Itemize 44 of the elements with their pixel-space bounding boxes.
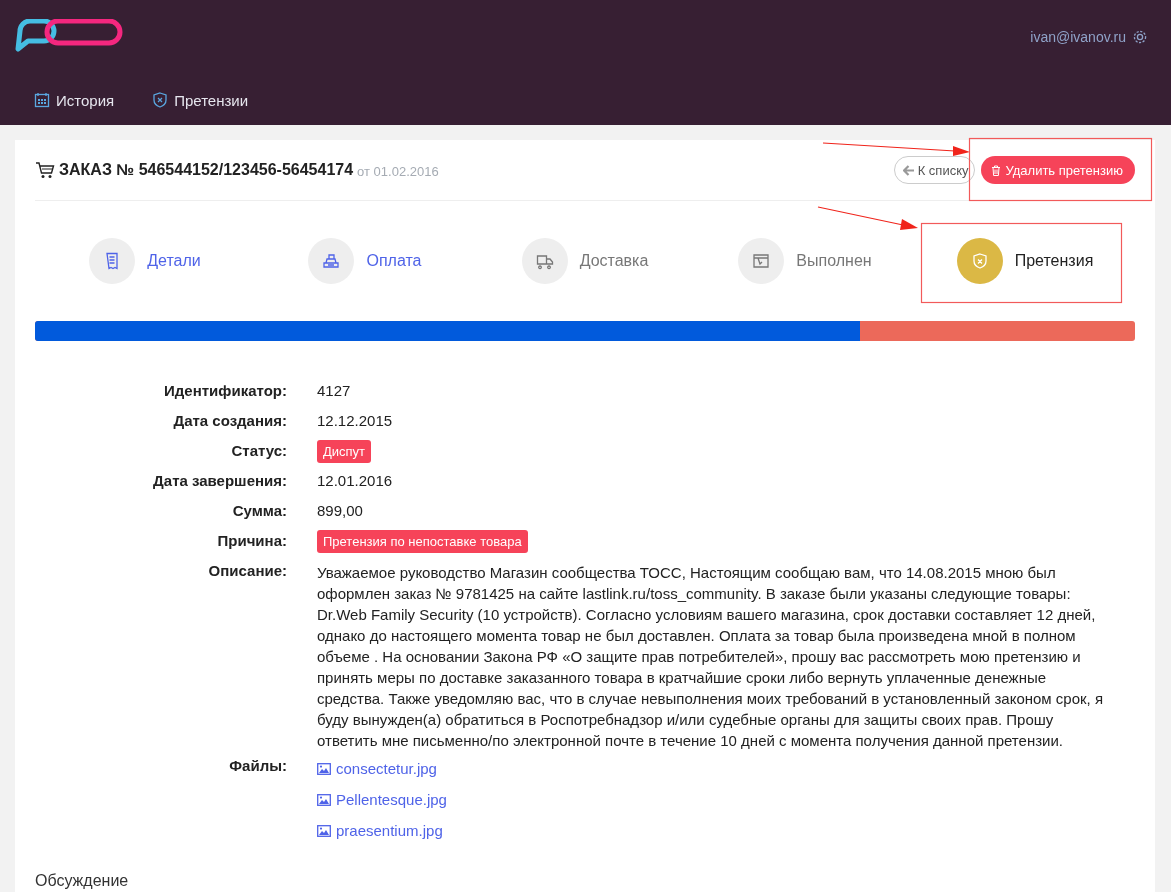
section-title: Обсуждение [35, 872, 1135, 892]
nav-link[interactable]: История [34, 91, 115, 109]
step-tab[interactable]: Выполнен [738, 238, 872, 284]
file-link[interactable]: praesentium.jpg [317, 819, 1135, 842]
trash-icon [991, 164, 1002, 176]
box-icon [752, 252, 771, 270]
step-tab[interactable]: Оплата [308, 238, 422, 284]
field-label: Файлы: [228, 756, 287, 776]
nav-link[interactable]: Претензии [152, 91, 249, 109]
cash-register-icon [322, 252, 341, 270]
step-tab[interactable]: Претензия [956, 238, 1094, 284]
field-label: Сумма: [231, 501, 287, 521]
arrow-left-icon [902, 164, 914, 176]
field-label: Дата создания: [172, 411, 287, 431]
image-icon [317, 824, 331, 837]
shield-icon [152, 92, 169, 108]
image-icon [317, 762, 331, 775]
field-label: Идентификатор: [163, 381, 287, 401]
field-value: 12.01.2016 [317, 471, 393, 491]
truck-icon [535, 252, 554, 270]
field-label: Дата завершения: [152, 471, 287, 491]
step-tab[interactable]: Детали [89, 238, 201, 284]
order-title: ЗАКАЗ № 546544152/123456-56454174 [59, 161, 354, 179]
calendar-icon [34, 92, 50, 108]
description-text: Уважаемое руководство Магазин сообщества ТОСС, Настоящим сообщаю вам, что 14.08.2015 мною был оформлен заказ № 9781425 на сайте lastlink.ru/toss_community. В заказе были указаны следующие товары: Dr.Web Family Security (10 устройств). Согласно условиям вашего магазина, срок доставки составляет 12 дней, однако до настоящего момента товар не был доставлен. Оплата за товар была произведена мной в полном объеме . На основании Закона РФ «О защите прав потребителей», прошу вас рассмотреть мою претензию и принять меры по доставке заказанного товара в кратчайшие сроки либо вернуть уплаченные денежные средства. Также уведомляю вас, что в случае невыполнения моих требований в установленный законом срок, я буду вынужден(а) обратиться в Роспотребнадзор и/или судебные органы для защиты своих прав. Прошу ответить мне письменно/по электронной почте в течение 10 дней с момента получения данной претензии. [317, 563, 1105, 751]
step-tab[interactable]: Доставка [521, 238, 649, 284]
image-icon [317, 793, 331, 806]
delete-button[interactable]: Удалить претензию [981, 156, 1135, 184]
field-value: 4127 [317, 381, 351, 401]
field-label: Статус: [230, 441, 287, 461]
field-label: Описание: [207, 561, 287, 581]
status-badge: Претензия по непоставке товара [317, 529, 528, 553]
back-button[interactable]: К списку [893, 156, 976, 184]
shield-icon [970, 252, 989, 270]
field-value: 899,00 [317, 501, 363, 521]
settings-icon[interactable] [1132, 29, 1148, 45]
field-label: Причина: [216, 531, 287, 551]
file-link[interactable]: consectetur.jpg [317, 757, 1135, 780]
order-date: от 01.02.2016 [357, 164, 439, 179]
status-badge: Диспут [317, 439, 372, 463]
cart-icon [35, 161, 55, 179]
field-value: 12.12.2015 [317, 411, 393, 431]
file-link[interactable]: Pellentesque.jpg [317, 788, 1135, 811]
user-email[interactable]: ivan@ivanov.ru [1030, 29, 1126, 45]
